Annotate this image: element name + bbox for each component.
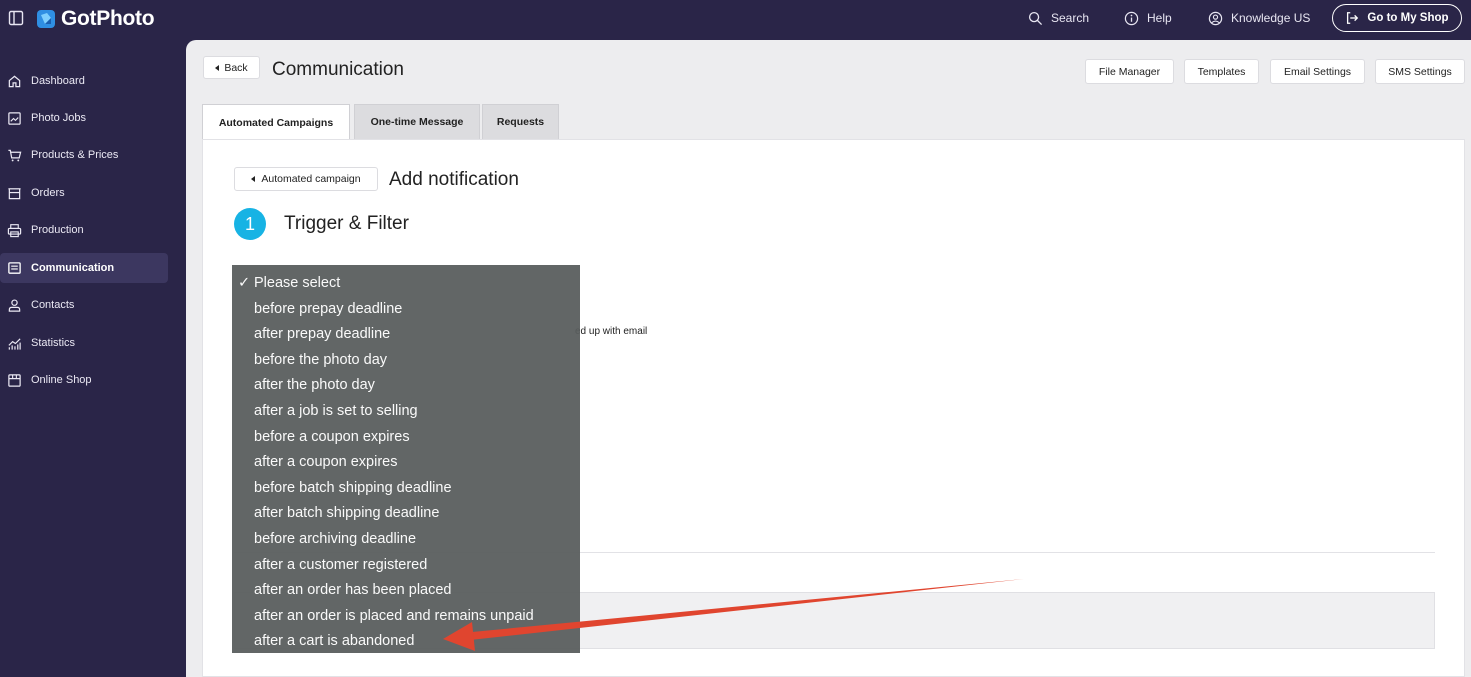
dropdown-option[interactable]: after a customer registered [232,553,580,579]
exit-icon [1347,12,1359,24]
tab-requests[interactable]: Requests [482,104,559,139]
automated-campaign-back-button[interactable]: Automated campaign [234,167,378,191]
back-button-label: Back [224,61,248,74]
store-icon [8,373,21,387]
dropdown-option-label: Please select [254,275,341,291]
help-link[interactable]: Help [1124,8,1172,28]
partial-label: ed up with email [575,326,648,337]
dropdown-option[interactable]: ✓ Please select [232,271,580,297]
tab-one-time-message[interactable]: One-time Message [354,104,480,139]
image-icon [8,111,21,125]
dropdown-option[interactable]: after the photo day [232,373,580,399]
logo-text: GotPhoto [61,7,155,30]
knowledge-label: Knowledge US [1231,11,1311,25]
cart-icon [8,149,22,161]
dropdown-option[interactable]: before batch shipping deadline [232,476,580,502]
top-bar: GotPhoto Search Help Knowledge US Go to … [0,0,1471,38]
checkmark-icon: ✓ [238,275,251,291]
dropdown-option[interactable]: after an order is placed and remains unp… [232,604,580,630]
dropdown-option[interactable]: after an order has been placed [232,578,580,604]
sidebar-item-label: Photo Jobs [31,112,87,124]
sidebar-item-photo-jobs[interactable]: Photo Jobs [0,103,168,133]
sidebar-toggle-icon[interactable] [8,10,24,26]
dropdown-option[interactable]: after prepay deadline [232,322,580,348]
sidebar-item-dashboard[interactable]: Dashboard [0,66,168,96]
chart-icon [8,337,21,350]
caret-left-icon [251,176,256,182]
sidebar-item-label: Contacts [31,299,75,311]
sidebar-item-online-shop[interactable]: Online Shop [0,365,168,395]
help-label: Help [1147,11,1172,25]
automated-campaign-back-label: Automated campaign [261,173,361,185]
box-icon [8,187,21,199]
dropdown-option-cart-abandoned[interactable]: after a cart is abandoned [232,629,580,655]
shop-button-label: Go to My Shop [1367,12,1449,24]
dropdown-option[interactable]: after a job is set to selling [232,399,580,425]
search-link[interactable]: Search [1028,8,1089,28]
sidebar-item-label: Products & Prices [31,149,119,161]
home-icon [8,75,21,87]
dropdown-option[interactable]: after a coupon expires [232,450,580,476]
step-number-badge: 1 [234,208,266,240]
trigger-dropdown-menu[interactable]: ✓ Please select before prepay deadline a… [232,265,580,653]
sidebar: Dashboard Photo Jobs Products & Prices O… [0,38,186,677]
user-circle-icon [1208,11,1223,25]
sidebar-item-production[interactable]: Production [0,215,168,245]
sidebar-item-products-prices[interactable]: Products & Prices [0,140,168,170]
sms-settings-button[interactable]: SMS Settings [1375,59,1465,84]
dropdown-option[interactable]: before the photo day [232,348,580,374]
message-icon [8,261,21,274]
dropdown-option[interactable]: before a coupon expires [232,425,580,451]
sidebar-item-statistics[interactable]: Statistics [0,328,168,358]
tab-automated-campaigns[interactable]: Automated Campaigns [202,104,350,140]
go-to-shop-button[interactable]: Go to My Shop [1332,4,1462,32]
dropdown-option[interactable]: before archiving deadline [232,527,580,553]
printer-icon [7,223,22,237]
sidebar-item-label: Communication [31,262,115,274]
templates-button[interactable]: Templates [1184,59,1259,84]
sidebar-item-label: Online Shop [31,374,92,386]
email-settings-button[interactable]: Email Settings [1270,59,1365,84]
step-title: Trigger & Filter [284,213,409,234]
sidebar-item-label: Orders [31,187,65,199]
sidebar-item-label: Production [31,224,84,236]
sidebar-item-label: Dashboard [31,75,85,87]
add-notification-title: Add notification [389,169,519,190]
user-icon [8,298,21,312]
page-title: Communication [272,59,404,80]
dropdown-option[interactable]: after batch shipping deadline [232,501,580,527]
search-icon [1028,11,1043,25]
file-manager-button[interactable]: File Manager [1085,59,1174,84]
caret-left-icon [215,64,220,71]
logo-mark-icon [37,10,55,28]
info-icon [1124,11,1139,25]
knowledge-link[interactable]: Knowledge US [1208,8,1310,28]
sidebar-item-orders[interactable]: Orders [0,178,168,208]
sidebar-item-label: Statistics [31,337,76,349]
sidebar-item-communication[interactable]: Communication [0,253,168,283]
back-button[interactable]: Back [203,56,260,79]
logo[interactable]: GotPhoto [36,6,155,32]
dropdown-option[interactable]: before prepay deadline [232,297,580,323]
sidebar-item-contacts[interactable]: Contacts [0,290,168,320]
search-label: Search [1051,11,1090,25]
